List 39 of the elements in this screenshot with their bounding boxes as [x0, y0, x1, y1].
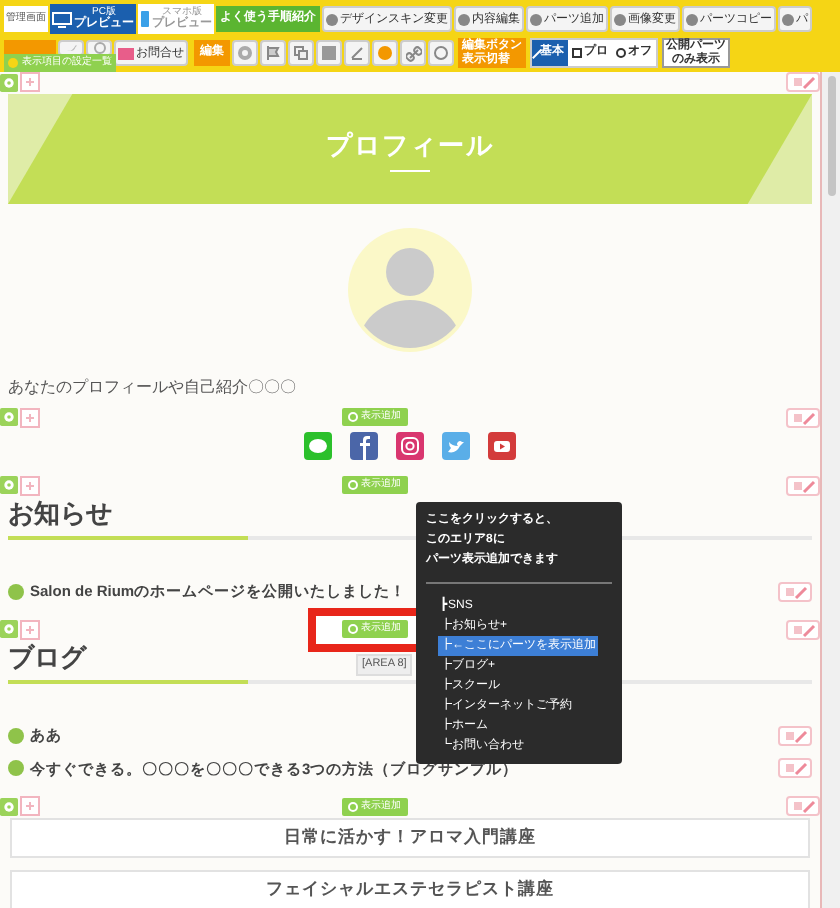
monitor-icon	[52, 11, 72, 27]
gear-icon[interactable]	[0, 73, 18, 91]
add-part-icon[interactable]	[20, 407, 40, 427]
target-icon[interactable]	[232, 40, 258, 66]
gear-icon[interactable]	[0, 797, 18, 816]
scrollbar[interactable]	[822, 72, 840, 908]
link-icon[interactable]	[400, 40, 426, 66]
edit-icon[interactable]	[786, 407, 820, 427]
gear-icon[interactable]	[0, 476, 18, 494]
facebook-icon[interactable]	[350, 432, 378, 460]
edit-icon[interactable]	[778, 725, 812, 746]
section-heading: ブログ	[8, 642, 86, 675]
edit-icon[interactable]	[778, 581, 812, 602]
flag-icon[interactable]	[260, 40, 286, 66]
youtube-icon[interactable]	[488, 432, 516, 460]
avatar	[348, 228, 472, 352]
gear-icon[interactable]	[0, 620, 18, 639]
edit-icon[interactable]	[786, 619, 820, 640]
gear-icon[interactable]	[0, 408, 18, 426]
add-part-icon[interactable]	[20, 796, 40, 817]
edit-icon[interactable]	[786, 796, 820, 817]
add-part-icon[interactable]	[20, 72, 40, 92]
course-card[interactable]: フェイシャルエステセラピスト講座	[10, 869, 810, 908]
instagram-icon[interactable]	[396, 432, 424, 460]
profile-text: あなたのプロフィールや自己紹介〇〇〇	[6, 376, 298, 400]
bullet-icon	[8, 583, 24, 600]
section-heading: お知らせ	[8, 498, 112, 530]
pen-icon[interactable]	[344, 40, 370, 66]
banner-title: プロフィール	[326, 127, 494, 164]
copy-icon[interactable]	[288, 40, 314, 66]
add-part-icon[interactable]	[20, 475, 40, 495]
phone-icon	[140, 10, 150, 28]
bullet-icon	[8, 727, 24, 744]
edit-icon[interactable]	[786, 475, 820, 495]
add-part-icon[interactable]	[20, 619, 40, 640]
edit-icon[interactable]	[778, 758, 812, 779]
bullet-icon	[8, 760, 24, 777]
edit-icon[interactable]	[786, 72, 820, 92]
course-card[interactable]: 日常に活かす！アロマ入門講座	[10, 817, 810, 858]
